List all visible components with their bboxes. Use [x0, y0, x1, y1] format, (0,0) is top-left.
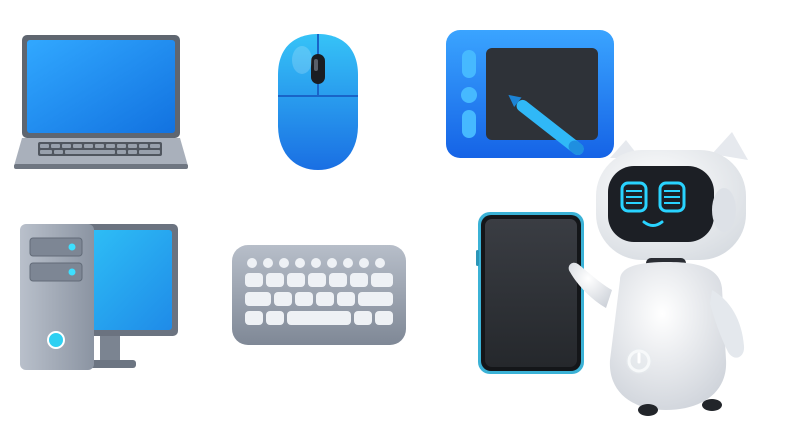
laptop-icon [14, 35, 188, 169]
drawing-tablet-icon [446, 30, 614, 158]
desktop-computer-icon [20, 224, 178, 370]
smartphone-icon [476, 212, 584, 374]
robot-icon [568, 132, 748, 416]
keyboard-icon [232, 245, 406, 345]
tech-devices-illustration [14, 30, 748, 416]
mouse-icon [278, 34, 358, 170]
